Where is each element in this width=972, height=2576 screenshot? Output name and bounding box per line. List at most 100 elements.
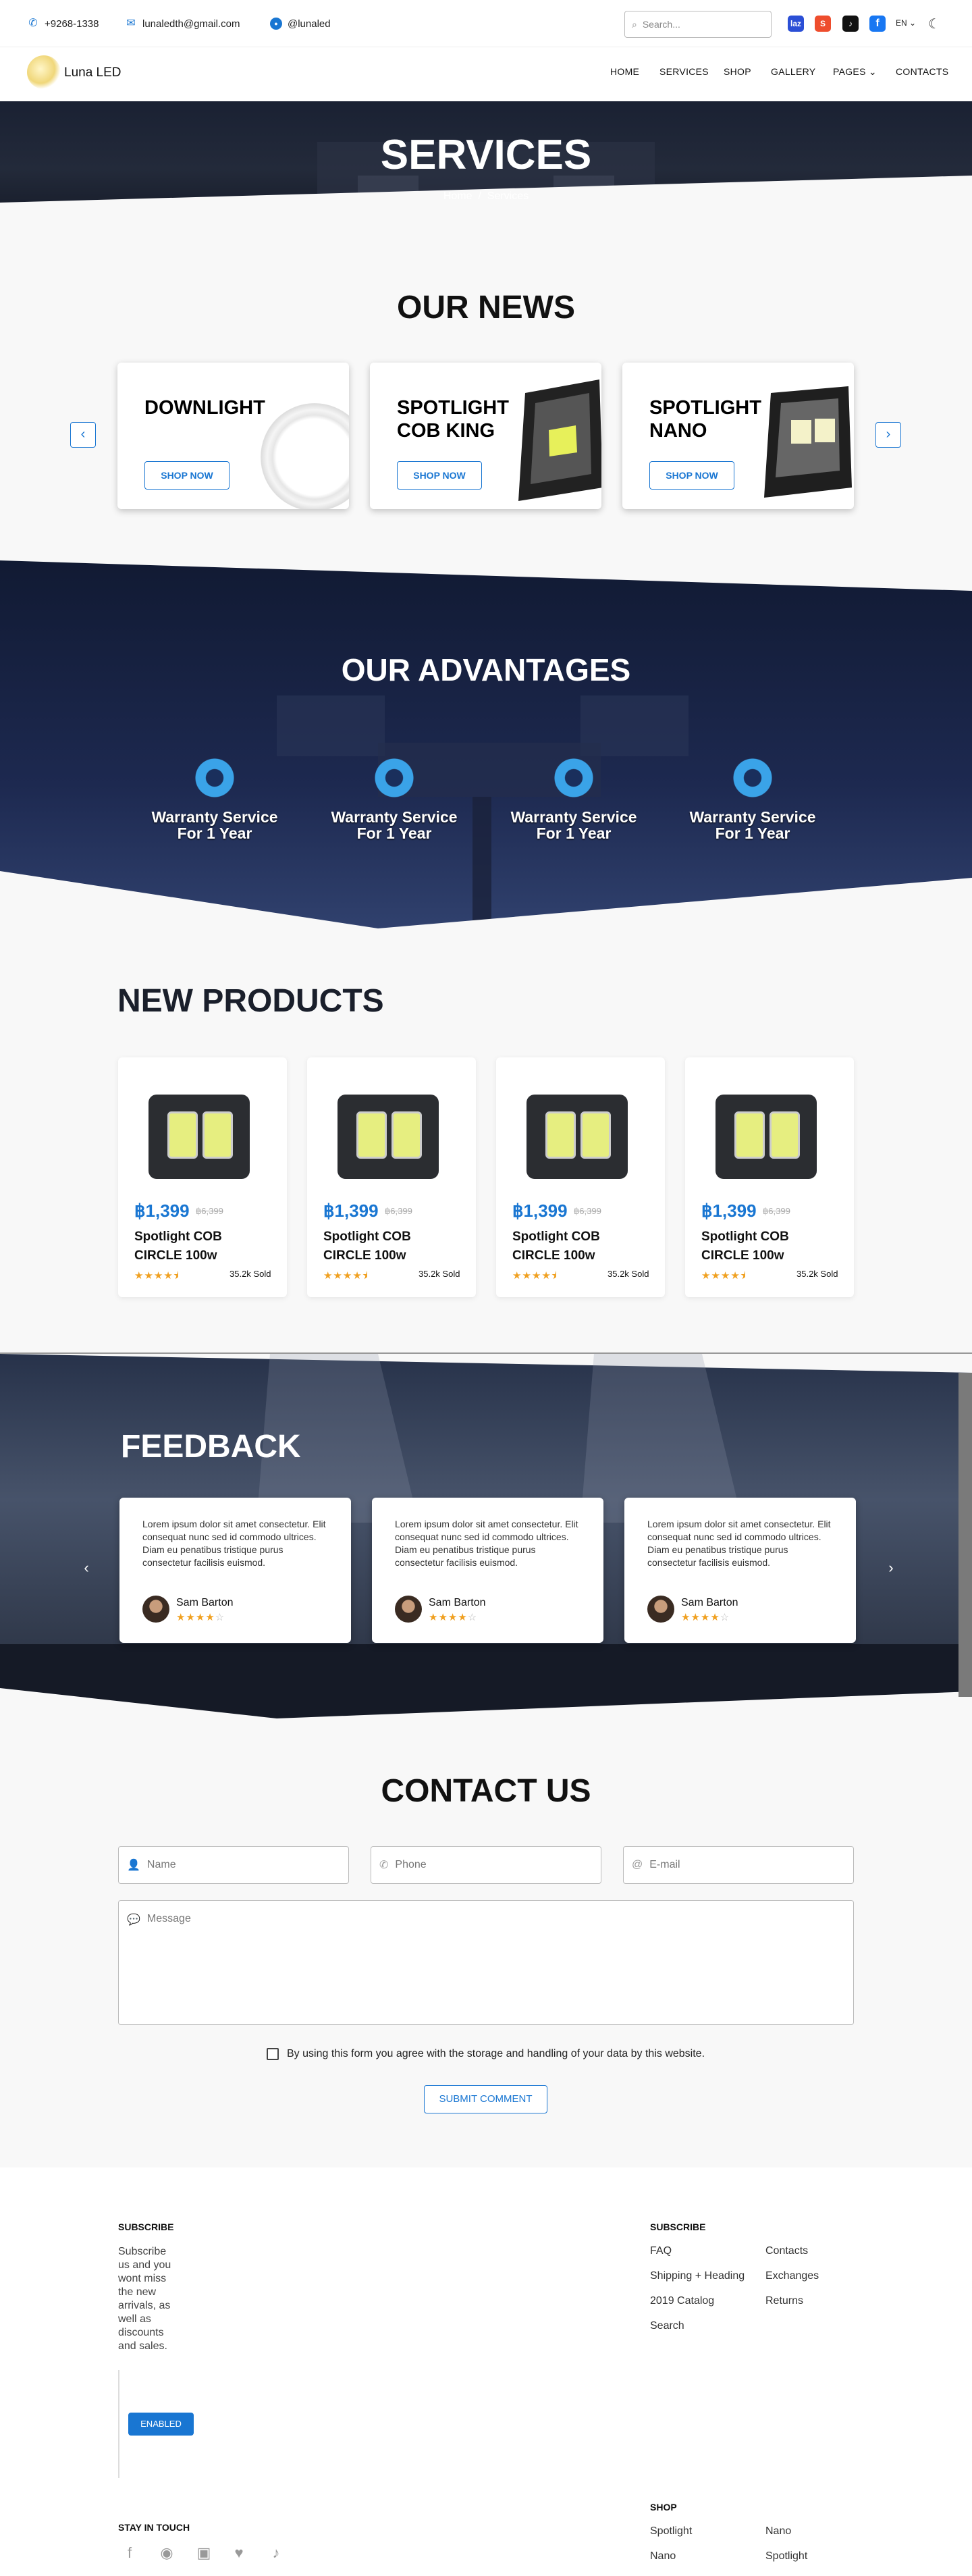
- news-card[interactable]: DOWNLIGHT SHOP NOW: [117, 363, 349, 509]
- footer-link-search[interactable]: Search: [650, 2320, 684, 2332]
- language-select[interactable]: EN ⌄: [896, 18, 916, 28]
- footer-link-faq[interactable]: FAQ: [650, 2245, 672, 2257]
- shop-now-button[interactable]: SHOP NOW: [144, 461, 230, 490]
- news-next-button[interactable]: ›: [875, 422, 901, 448]
- product-old-price: ฿6,399: [763, 1206, 790, 1216]
- message-field[interactable]: 💬 Message: [118, 1900, 854, 2025]
- advantages-background: [0, 560, 972, 935]
- mail-icon: ✉: [126, 18, 136, 29]
- nav-services[interactable]: SERVICES: [659, 66, 709, 77]
- nav-gallery[interactable]: GALLERY: [771, 66, 815, 77]
- consent-row: By using this form you agree with the st…: [267, 2048, 705, 2060]
- advantage-item: Warranty Service For 1 Year: [327, 756, 462, 841]
- advantages-title: OUR ADVANTAGES: [341, 652, 631, 687]
- phone-icon: ✆: [379, 1860, 389, 1871]
- shop-now-button[interactable]: SHOP NOW: [397, 461, 482, 490]
- rating-stars: ★★★★☆: [176, 1612, 225, 1623]
- email-contact[interactable]: ✉ lunaledth@gmail.com: [125, 18, 240, 30]
- footer-link-shipping[interactable]: Shipping + Heading: [650, 2270, 745, 2282]
- product-name[interactable]: Spotlight COB CIRCLE 100w: [512, 1228, 647, 1265]
- news-prev-button[interactable]: ‹: [70, 422, 96, 448]
- news-card-title: DOWNLIGHT: [144, 397, 265, 419]
- footer-shop-link[interactable]: Nano: [650, 2550, 676, 2562]
- feedback-prev-button[interactable]: ‹: [74, 1556, 99, 1581]
- product-old-price: ฿6,399: [196, 1206, 223, 1216]
- product-card[interactable]: ฿1,399 ฿6,399 Spotlight COB CIRCLE 100w …: [496, 1057, 665, 1297]
- product-name[interactable]: Spotlight COB CIRCLE 100w: [323, 1228, 458, 1265]
- advantage-label: Warranty Service For 1 Year: [510, 808, 637, 842]
- product-sold: 35.2k Sold: [418, 1269, 460, 1279]
- phone-contact[interactable]: ✆ +9268-1338: [27, 18, 99, 30]
- rating-stars: ★★★★☆: [429, 1612, 478, 1623]
- shopee-icon[interactable]: S: [815, 16, 831, 32]
- testimonial-name: Sam Barton: [176, 1597, 234, 1608]
- footer-link-contacts[interactable]: Contacts: [765, 2245, 808, 2257]
- news-card[interactable]: SPOTLIGHT COB KING SHOP NOW: [370, 363, 601, 509]
- lazada-icon[interactable]: ♥: [230, 2544, 248, 2562]
- lazada-icon[interactable]: laz: [788, 16, 804, 32]
- feedback-title: FEEDBACK: [121, 1429, 301, 1465]
- gear-icon: [373, 756, 416, 799]
- at-icon: @: [632, 1859, 643, 1870]
- footer-link-returns[interactable]: Returns: [765, 2295, 803, 2307]
- phone-field[interactable]: ✆ Phone: [371, 1846, 601, 1884]
- moon-icon[interactable]: ☾: [928, 16, 940, 32]
- avatar: [395, 1596, 422, 1623]
- name-field[interactable]: 👤 Name: [118, 1846, 349, 1884]
- breadcrumb-home[interactable]: Home: [443, 190, 473, 202]
- downlight-image: [261, 403, 349, 509]
- footer-shop-link[interactable]: Nano: [765, 2525, 791, 2538]
- email-field[interactable]: @ E-mail: [623, 1846, 854, 1884]
- nav-shop[interactable]: SHOP: [724, 66, 751, 77]
- footer-subscribe-text: Subscribe us and you wont miss the new a…: [118, 2246, 171, 2352]
- tiktok-icon[interactable]: ♪: [267, 2544, 286, 2562]
- product-card[interactable]: ฿1,399 ฿6,399 Spotlight COB CIRCLE 100w …: [685, 1057, 854, 1297]
- chevron-left-icon: ‹: [80, 427, 86, 442]
- spotlight-image: [518, 379, 601, 501]
- logo-icon[interactable]: [27, 55, 61, 89]
- email-text: lunaledth@gmail.com: [142, 18, 240, 30]
- footer-shop-link[interactable]: Spotlight: [650, 2525, 692, 2538]
- product-name[interactable]: Spotlight COB CIRCLE 100w: [134, 1228, 269, 1265]
- consent-checkbox[interactable]: [267, 2048, 279, 2060]
- news-card[interactable]: SPOTLIGHT NANO SHOP NOW: [622, 363, 854, 509]
- footer-shop-link[interactable]: Spotlight: [765, 2550, 807, 2562]
- nav-home[interactable]: HOME: [610, 66, 639, 77]
- product-old-price: ฿6,399: [574, 1206, 601, 1216]
- rating-stars: ★★★★⯨: [512, 1270, 558, 1282]
- feedback-next-button[interactable]: ›: [879, 1556, 903, 1581]
- shopee-icon[interactable]: ▣: [194, 2544, 213, 2562]
- product-name[interactable]: Spotlight COB CIRCLE 100w: [701, 1228, 836, 1265]
- gear-icon: [552, 756, 595, 799]
- line-contact[interactable]: ● @lunaled: [270, 18, 331, 30]
- line-icon[interactable]: ◉: [157, 2544, 176, 2562]
- submit-button[interactable]: SUBMIT COMMENT: [424, 2085, 547, 2113]
- facebook-icon[interactable]: f: [120, 2544, 139, 2562]
- breadcrumb-separator: /: [478, 190, 481, 202]
- phone-text: +9268-1338: [45, 18, 99, 30]
- brand-name[interactable]: Luna LED: [64, 65, 122, 80]
- product-card[interactable]: ฿1,399 ฿6,399 Spotlight COB CIRCLE 100w …: [118, 1057, 287, 1297]
- nav-pages[interactable]: PAGES ⌄: [833, 66, 877, 78]
- testimonial-card: Lorem ipsum dolor sit amet consectetur. …: [119, 1498, 351, 1643]
- chevron-right-icon: ›: [886, 427, 891, 442]
- product-card[interactable]: ฿1,399 ฿6,399 Spotlight COB CIRCLE 100w …: [307, 1057, 476, 1297]
- testimonial-card: Lorem ipsum dolor sit amet consectetur. …: [372, 1498, 603, 1643]
- nav-contacts[interactable]: CONTACTS: [896, 66, 948, 77]
- search-box[interactable]: ⌕ Search...: [624, 11, 772, 38]
- line-icon: ●: [270, 18, 282, 30]
- tiktok-icon[interactable]: ♪: [842, 16, 859, 32]
- footer-stay-title: STAY IN TOUCH: [118, 2522, 190, 2533]
- subscribe-button[interactable]: ENABLED: [128, 2413, 194, 2436]
- footer-link-exchanges[interactable]: Exchanges: [765, 2270, 819, 2282]
- facebook-icon[interactable]: f: [869, 16, 886, 32]
- chat-icon: 💬: [127, 1914, 140, 1926]
- search-input[interactable]: Search...: [643, 19, 680, 30]
- advantage-label: Warranty Service For 1 Year: [331, 808, 458, 842]
- consent-text: By using this form you agree with the st…: [287, 2048, 705, 2059]
- advantage-label: Warranty Service For 1 Year: [151, 808, 278, 842]
- top-bar: ✆ +9268-1338 ✉ lunaledth@gmail.com ● @lu…: [0, 0, 972, 47]
- line-text: @lunaled: [288, 18, 331, 30]
- shop-now-button[interactable]: SHOP NOW: [649, 461, 734, 490]
- footer-link-catalog[interactable]: 2019 Catalog: [650, 2295, 714, 2307]
